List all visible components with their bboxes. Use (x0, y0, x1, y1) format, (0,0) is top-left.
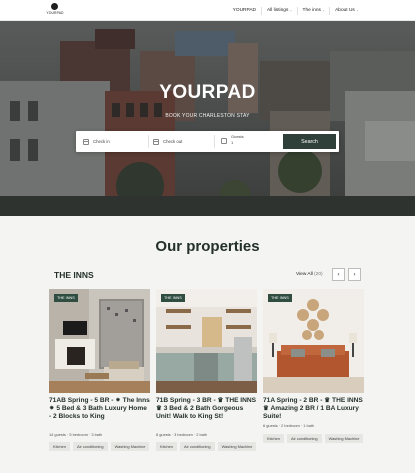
hero-banner: YOURPAD BOOK YOUR CHARLESTON STAY Check … (0, 21, 415, 216)
logo-text: YOURPAD (46, 11, 64, 15)
view-all-label: View All (296, 272, 313, 277)
divider (148, 135, 149, 148)
inns-section-title: THE INNS (54, 270, 94, 280)
check-in-field[interactable]: Check in (83, 135, 110, 148)
amenity-chips: Kitchen Air conditioning Washing Machine (49, 442, 150, 451)
inns-badge: THE INNS (268, 294, 292, 302)
guests-icon (221, 138, 227, 144)
lounge-image (263, 289, 364, 393)
nav-item-label: The inns (302, 7, 321, 13)
chevron-down-icon: › (290, 8, 292, 13)
inns-badge: THE INNS (161, 294, 185, 302)
amenity-chip: Air conditioning (72, 442, 108, 451)
guests-field[interactable]: Guests 1 (219, 131, 279, 152)
calendar-icon (83, 138, 89, 145)
property-card[interactable]: THE INNS 71B Spring - 3 BR - ♛ THE INNS … (156, 289, 257, 473)
property-photo[interactable]: THE INNS (156, 289, 257, 393)
amenity-chips: Kitchen Air conditioning Washing Machine (156, 442, 257, 451)
property-meta: 8 guests · 3 bedroom · 2 bath (156, 432, 208, 437)
inns-badge: THE INNS (54, 294, 78, 302)
view-all-count: (20) (314, 272, 323, 277)
living-room-image (49, 289, 150, 393)
nav-item-label: YOURPAD (232, 7, 257, 13)
amenity-chip: Kitchen (156, 442, 177, 451)
amenity-chips: Kitchen Air conditioning Washing Machine (263, 434, 364, 443)
nav-item-label: About Us (335, 7, 355, 13)
chevron-down-icon: › (356, 8, 358, 13)
brand-logo[interactable]: YOURPAD (44, 3, 66, 18)
chevron-down-icon: › (322, 8, 325, 13)
property-card[interactable]: THE INNS 71AB Spring - 5 BR - ⁕ The Inns… (49, 289, 150, 473)
guests-label: Guests (231, 134, 244, 139)
guests-value: 1 (231, 140, 234, 145)
page: YOURPAD YOURPAD All listings › The inns › … (0, 0, 415, 473)
main-nav: YOURPAD All listings › The inns › About Us… (228, 0, 363, 21)
amenity-chip: Air conditioning (286, 434, 322, 443)
property-photo[interactable]: THE INNS (49, 289, 150, 393)
chevron-right-icon: › (353, 271, 356, 278)
check-out-field[interactable]: Check out (153, 135, 182, 148)
search-button[interactable]: Search (283, 134, 336, 149)
property-card[interactable]: THE INNS 71A Spring - 2 BR - ♛ THE INNS … (263, 289, 364, 473)
amenity-chip: Kitchen (263, 434, 284, 443)
nav-item-about-us[interactable]: About Us › (329, 6, 363, 15)
amenity-chip: Kitchen (49, 442, 70, 451)
hero-title: YOURPAD (159, 82, 256, 103)
property-meta: 14 guests · 5 bedroom · 3 bath (49, 432, 103, 437)
property-meta: 6 guests · 2 bedroom · 1 bath (263, 423, 315, 428)
amenity-chip: Air conditioning (179, 442, 215, 451)
properties-heading: Our properties (155, 238, 260, 255)
nav-item-all-listings[interactable]: All listings › (261, 6, 297, 15)
property-photo[interactable]: THE INNS (263, 289, 364, 393)
property-title[interactable]: 71AB Spring - 5 BR - ⁕ The Inns ⁕ 5 Bed … (49, 397, 150, 421)
check-in-label: Check in (93, 139, 110, 144)
divider (214, 135, 215, 148)
view-all-link[interactable]: View All (20) (296, 272, 323, 277)
kitchen-image (156, 289, 257, 393)
nav-item-label: All listings (267, 7, 289, 13)
carousel-next-button[interactable]: › (348, 268, 361, 281)
calendar-icon (153, 138, 159, 145)
top-navigation-bar: YOURPAD YOURPAD All listings › The inns › … (0, 0, 415, 21)
booking-search-bar: Check in Check out Guests 1 Search (76, 131, 339, 152)
property-title[interactable]: 71B Spring - 3 BR - ♛ THE INNS ♛ 3 Bed &… (156, 397, 257, 421)
amenity-chip: Washing Machine (217, 442, 257, 451)
carousel-prev-button[interactable]: ‹ (332, 268, 345, 281)
amenity-chip: Washing Machine (110, 442, 150, 451)
property-title[interactable]: 71A Spring - 2 BR - ♛ THE INNS ♛ Amazing… (263, 397, 364, 421)
check-out-label: Check out (163, 139, 183, 144)
nav-item-yourpad[interactable]: YOURPAD (228, 7, 261, 15)
hero-subtitle: BOOK YOUR CHARLESTON STAY (165, 113, 250, 119)
logo-mark-icon (51, 3, 58, 10)
amenity-chip: Washing Machine (324, 434, 364, 443)
nav-item-the-inns[interactable]: The inns › (296, 6, 330, 15)
chevron-left-icon: ‹ (337, 271, 340, 278)
